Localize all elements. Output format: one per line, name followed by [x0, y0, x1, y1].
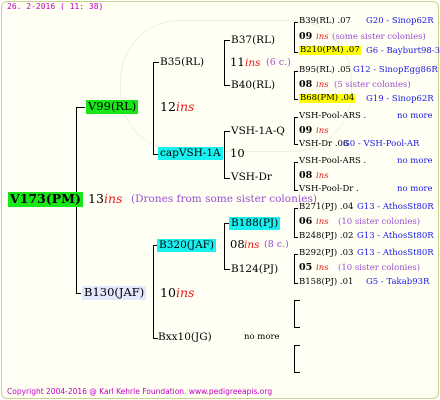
g4-info: G0 - VSH-Pool-AR	[343, 139, 420, 149]
g4-label[interactable]: B210(PM) .07	[299, 46, 361, 55]
dam-count: 10	[160, 285, 176, 300]
root-count: 13	[88, 191, 104, 206]
g3-b40[interactable]: B40(RL)	[231, 80, 275, 91]
root-note: (Drones from some sister colonies)	[131, 193, 317, 205]
g3-vsh-1a-q[interactable]: VSH-1A-Q	[231, 126, 285, 137]
g4-label[interactable]: B95(RL) .05	[299, 66, 351, 75]
g4-count: 08	[299, 170, 313, 181]
g4-ins: ins	[316, 217, 329, 227]
sire-queen-label[interactable]: V99(RL)	[86, 100, 139, 114]
g4-info: no more	[397, 111, 433, 121]
g4-label[interactable]: VSH-Pool-ARS .	[299, 157, 366, 166]
g4-info: G13 - AthosSt80R	[357, 231, 434, 241]
g4-count: 05	[299, 262, 313, 273]
g4-info: G13 - AthosSt80R	[357, 248, 434, 258]
footer-copyright[interactable]: Copyright 2004-2016 @ Karl Kehrle Founda…	[7, 388, 272, 396]
sire-sire-ins: ins	[245, 57, 261, 69]
g4-ins: ins	[316, 263, 329, 273]
g4-info: no more	[397, 184, 433, 194]
g4-info: G13 - AthosSt80R	[357, 202, 434, 212]
dam-sire-ins: ins	[244, 239, 260, 251]
g4-note: (10 sister colonies)	[338, 263, 421, 273]
g3-vsh-dr[interactable]: VSH-Dr	[231, 172, 272, 183]
dam-sire-count: 08	[230, 237, 245, 251]
sire-dam-label[interactable]: capVSH-1A	[158, 147, 223, 160]
sire-dam-count: 10	[230, 146, 245, 160]
g4-info: no more	[397, 156, 433, 166]
g4-note: (10 sister colonies)	[338, 217, 421, 227]
sire-sire-label[interactable]: B35(RL)	[160, 57, 204, 68]
dam-dam-label[interactable]: Bxx10(JG)	[158, 332, 212, 343]
sire-sire-note: (6 c.)	[266, 57, 291, 68]
g4-count: 09	[299, 31, 313, 42]
dam-ins: ins	[176, 285, 195, 300]
g4-label[interactable]: B271(PJ) .04	[299, 203, 353, 212]
root-ins: ins	[104, 191, 123, 206]
dam-queen-label[interactable]: B130(JAF)	[82, 286, 147, 300]
header-timestamp: 26. 2-2016 ( 11: 38)	[7, 2, 104, 11]
g4-note: (some sister colonies)	[332, 32, 426, 42]
g4-count: 06	[299, 216, 313, 227]
g4-info: G19 - Sinop62R	[366, 94, 434, 104]
g3-b124[interactable]: B124(PJ)	[231, 264, 278, 275]
g4-label[interactable]: VSH-Pool-Dr .	[299, 185, 359, 194]
sire-sire-count: 11	[230, 55, 245, 69]
g4-label[interactable]: B39(RL) .07	[299, 17, 351, 26]
g4-info: G20 - Sinop62R	[366, 16, 434, 26]
g4-info: G6 - Bayburt98-3	[366, 46, 440, 56]
g4-label[interactable]: B158(PJ) .01	[299, 278, 353, 287]
g4-ins: ins	[316, 126, 329, 136]
g4-info: G12 - SinopEgg86R	[353, 65, 438, 75]
g4-count: 09	[299, 125, 313, 136]
g4-info: G5 - Takab93R	[366, 277, 430, 287]
sire-count: 12	[160, 99, 176, 114]
g4-label[interactable]: B68(PM) .04	[299, 94, 356, 103]
root-queen-label[interactable]: V173(PM)	[8, 192, 83, 207]
dam-sire-label[interactable]: B320(JAF)	[157, 239, 217, 252]
dam-sire-note: (8 c.)	[264, 239, 289, 250]
g4-label[interactable]: VSH-Dr .08	[299, 140, 348, 149]
dam-dam-no-more: no more	[244, 332, 280, 342]
g3-b188[interactable]: B188(PJ)	[229, 217, 281, 230]
sire-ins: ins	[176, 99, 195, 114]
g4-label[interactable]: B248(PJ) .02	[299, 232, 353, 241]
g4-note: (5 sister colonies)	[334, 80, 411, 90]
g4-count: 08	[299, 79, 313, 90]
g4-label[interactable]: B292(PJ) .03	[299, 249, 353, 258]
g4-label[interactable]: VSH-Pool-ARS .	[299, 112, 366, 121]
g4-ins: ins	[316, 171, 329, 181]
g3-b37[interactable]: B37(RL)	[231, 35, 275, 46]
g4-ins: ins	[316, 80, 329, 90]
g4-ins: ins	[316, 32, 329, 42]
